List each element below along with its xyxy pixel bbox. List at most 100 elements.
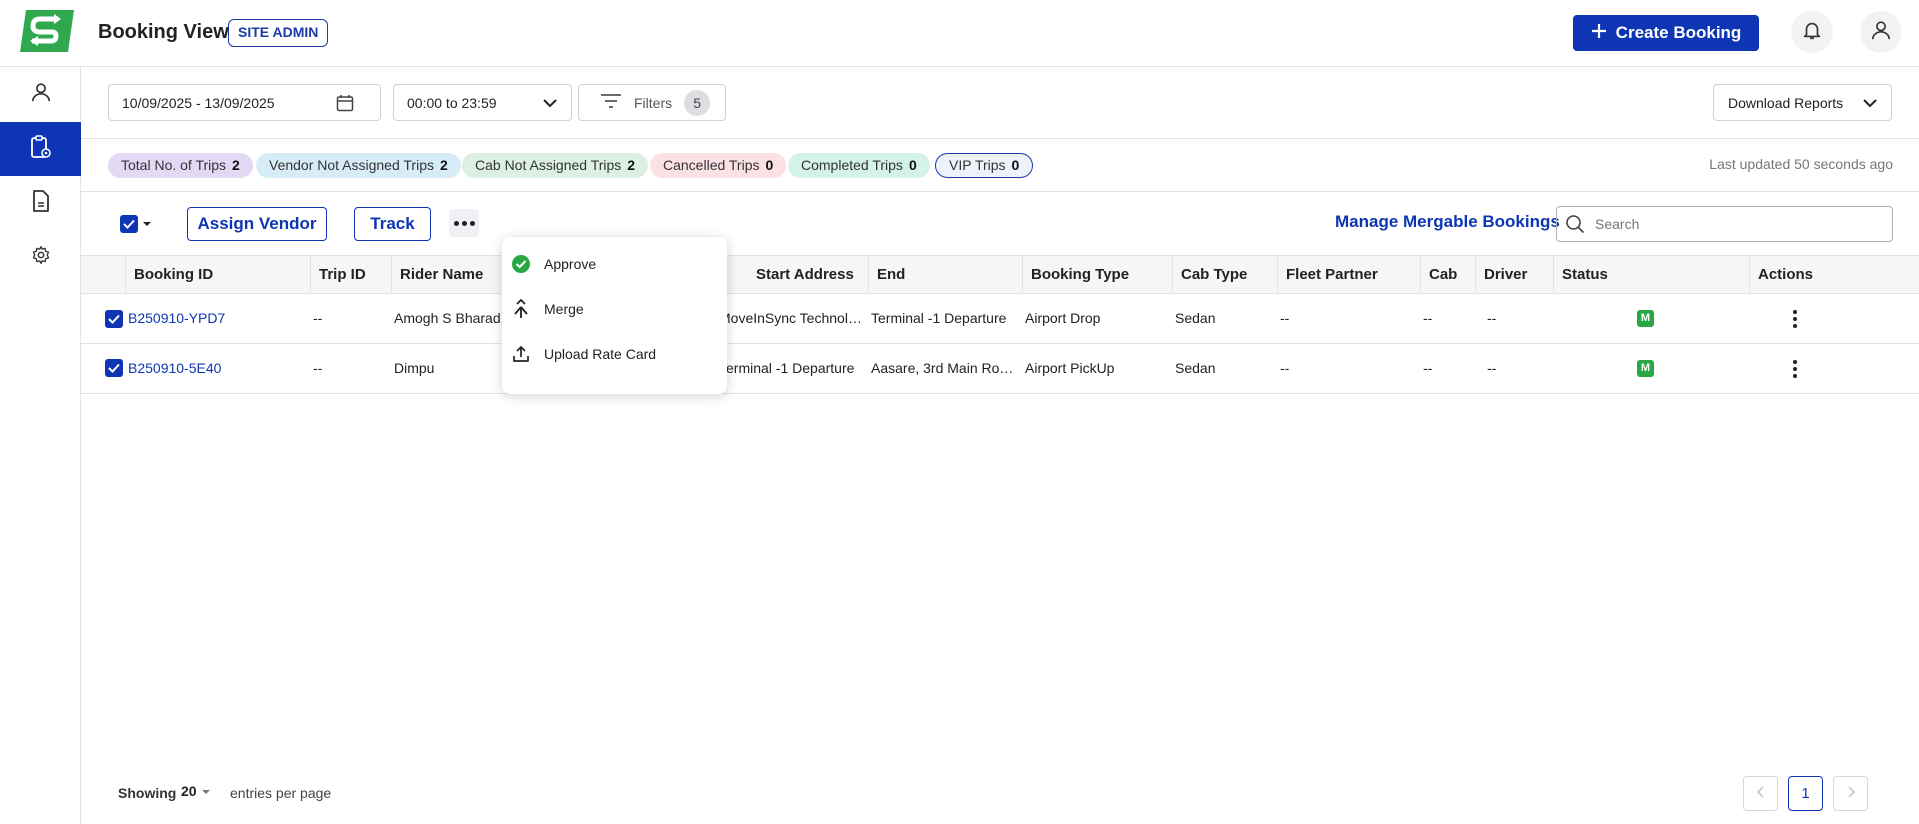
app-logo[interactable] [18, 8, 76, 54]
clipboard-view-icon [29, 134, 53, 165]
row-checkbox[interactable] [105, 310, 123, 328]
booking-id-link[interactable]: B250910-YPD7 [128, 294, 308, 343]
last-updated-text: Last updated 50 seconds ago [1709, 156, 1893, 172]
filters-button[interactable]: Filters 5 [578, 84, 726, 121]
search-input[interactable] [1595, 213, 1885, 235]
sidebar-item-users[interactable] [0, 67, 81, 121]
cell-fleet-partner: -- [1280, 310, 1290, 326]
entries-per-page-select[interactable]: 20 [181, 783, 211, 799]
cell-cab: -- [1423, 310, 1433, 326]
table-header: Booking ID Trip ID Rider Name Start Addr… [81, 255, 1919, 294]
sidebar [0, 67, 81, 824]
time-range-select[interactable]: 00:00 to 23:59 [393, 84, 572, 121]
menu-item-approve[interactable]: Approve [502, 244, 727, 284]
track-button[interactable]: Track [354, 207, 431, 241]
column-header-cab-type[interactable]: Cab Type [1172, 256, 1277, 293]
column-header-actions: Actions [1749, 256, 1869, 293]
chevron-right-icon [1846, 785, 1856, 802]
cell-rider-name: Amogh S Bharad... [394, 310, 513, 326]
plus-icon [1591, 23, 1607, 44]
column-header-trip-id[interactable]: Trip ID [310, 256, 391, 293]
chevron-down-icon [1862, 96, 1878, 113]
role-badge: SITE ADMIN [228, 19, 329, 47]
chip-label: Cancelled Trips [663, 157, 760, 173]
filter-bar: 10/09/2025 - 13/09/2025 00:00 to 23:59 F… [81, 67, 1919, 139]
column-header-fleet-partner[interactable]: Fleet Partner [1277, 256, 1420, 293]
cell-end: Aasare, 3rd Main Road, ... [871, 360, 1019, 376]
gear-icon [31, 245, 51, 270]
manage-mergable-bookings-link[interactable]: Manage Mergable Bookings [1335, 212, 1560, 232]
page-title: Booking View [98, 21, 229, 43]
cell-end: Terminal -1 Departure [871, 310, 1007, 326]
filters-label: Filters [634, 94, 673, 111]
create-booking-button[interactable]: Create Booking [1573, 15, 1759, 51]
calendar-icon [336, 94, 354, 115]
user-icon [1870, 19, 1892, 46]
table-row[interactable]: B250910-5E40 -- Dimpu Terminal -1 Depart… [81, 344, 1919, 394]
more-actions-button[interactable] [449, 209, 479, 237]
chip-cab-not-assigned[interactable]: Cab Not Assigned Trips 2 [462, 153, 649, 178]
chip-completed-trips[interactable]: Completed Trips 0 [788, 153, 930, 178]
assign-vendor-button[interactable]: Assign Vendor [187, 207, 327, 241]
cell-cab: -- [1423, 360, 1433, 376]
menu-item-merge[interactable]: Merge [502, 289, 727, 329]
notifications-button[interactable] [1791, 11, 1833, 53]
cell-start-address: Terminal -1 Departure [719, 360, 855, 376]
column-header-status[interactable]: Status [1553, 256, 1749, 293]
table-footer: Showing 20 entries per page 1 [81, 770, 1919, 818]
chip-label: Vendor Not Assigned Trips [269, 157, 434, 173]
sidebar-item-booking-view[interactable] [0, 122, 81, 176]
chevron-left-icon [1756, 785, 1766, 802]
date-range-picker[interactable]: 10/09/2025 - 13/09/2025 [108, 84, 381, 121]
chip-count: 2 [440, 157, 448, 173]
download-reports-select[interactable]: Download Reports [1713, 84, 1892, 121]
chip-label: Completed Trips [801, 157, 903, 173]
status-badge: M [1637, 310, 1654, 327]
cell-trip-id: -- [313, 360, 323, 376]
column-header-booking-type[interactable]: Booking Type [1022, 256, 1172, 293]
column-header-end[interactable]: End [868, 256, 1022, 293]
column-header-start-address[interactable]: Start Address [713, 256, 868, 293]
row-checkbox[interactable] [105, 359, 123, 377]
chip-label: Cab Not Assigned Trips [475, 157, 622, 173]
more-horizontal-icon [453, 220, 475, 226]
column-header-cab[interactable]: Cab [1420, 256, 1475, 293]
cell-booking-type: Airport PickUp [1025, 360, 1115, 376]
chip-cancelled-trips[interactable]: Cancelled Trips 0 [650, 153, 787, 178]
select-all-checkbox[interactable] [120, 215, 152, 233]
entries-per-page-value: 20 [181, 783, 197, 799]
chip-total-trips[interactable]: Total No. of Trips 2 [108, 153, 253, 178]
top-bar: Booking View SITE ADMIN Create Booking [0, 0, 1919, 67]
chevron-down-icon [542, 96, 558, 113]
booking-id-link[interactable]: B250910-5E40 [128, 344, 308, 393]
page-1-button[interactable]: 1 [1788, 776, 1823, 811]
previous-page-button[interactable] [1743, 776, 1778, 811]
profile-button[interactable] [1860, 11, 1902, 53]
upload-icon [510, 343, 532, 365]
chip-vip-trips[interactable]: VIP Trips 0 [935, 153, 1034, 178]
sidebar-item-settings[interactable] [0, 230, 81, 284]
next-page-button[interactable] [1833, 776, 1868, 811]
create-booking-label: Create Booking [1615, 23, 1742, 42]
menu-item-label: Approve [544, 256, 597, 272]
column-header-driver[interactable]: Driver [1475, 256, 1553, 293]
caret-down-icon [201, 783, 211, 799]
table-row[interactable]: B250910-YPD7 -- Amogh S Bharad... MoveIn… [81, 294, 1919, 344]
sidebar-item-reports[interactable] [0, 176, 81, 230]
chip-count: 2 [232, 157, 240, 173]
chip-label: VIP Trips [949, 157, 1006, 173]
time-range-value: 00:00 to 23:59 [407, 94, 497, 111]
cell-booking-type: Airport Drop [1025, 310, 1101, 326]
chip-vendor-not-assigned[interactable]: Vendor Not Assigned Trips 2 [256, 153, 461, 178]
status-badge: M [1637, 360, 1654, 377]
menu-item-upload-rate-card[interactable]: Upload Rate Card [502, 334, 727, 374]
cell-start-address: MoveInSync Technolog... [719, 310, 864, 326]
row-actions-button[interactable] [1790, 308, 1800, 330]
menu-item-label: Upload Rate Card [544, 346, 657, 362]
document-icon [31, 189, 51, 217]
checkbox-checked-icon [120, 215, 138, 233]
row-actions-button[interactable] [1790, 358, 1800, 380]
column-header-booking-id[interactable]: Booking ID [125, 256, 310, 293]
cell-driver: -- [1487, 360, 1497, 376]
filter-icon [600, 93, 622, 112]
